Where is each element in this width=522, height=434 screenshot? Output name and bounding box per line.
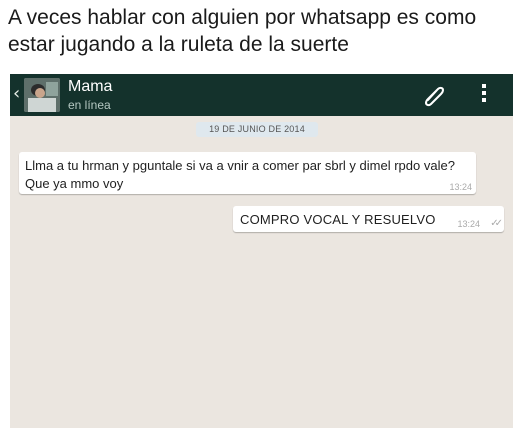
date-badge: 19 DE JUNIO DE 2014 (196, 122, 318, 137)
chat-header: ‹ Mama en línea (10, 74, 513, 116)
chat-window: ‹ Mama en línea 19 DE JUNIO DE 2014 Llma… (10, 74, 513, 428)
message-time: 13:24 (449, 182, 472, 192)
message-text: Llma a tu hrman y pguntale si va a vnir … (25, 158, 455, 191)
contact-name[interactable]: Mama (68, 78, 112, 96)
incoming-message[interactable]: Llma a tu hrman y pguntale si va a vnir … (19, 152, 476, 194)
message-text: COMPRO VOCAL Y RESUELVO (240, 212, 436, 227)
outgoing-message[interactable]: COMPRO VOCAL Y RESUELVO 13:24 ✓✓ (233, 206, 504, 232)
double-check-icon: ✓✓ (490, 218, 503, 229)
back-arrow-icon[interactable]: ‹ (13, 83, 20, 104)
avatar[interactable] (24, 78, 60, 112)
contact-status: en línea (68, 98, 111, 112)
caption-text: A veces hablar con alguien por whatsapp … (8, 6, 477, 56)
message-time: 13:24 (457, 219, 480, 229)
menu-dots-icon[interactable] (480, 84, 488, 106)
paperclip-icon[interactable] (420, 81, 448, 109)
